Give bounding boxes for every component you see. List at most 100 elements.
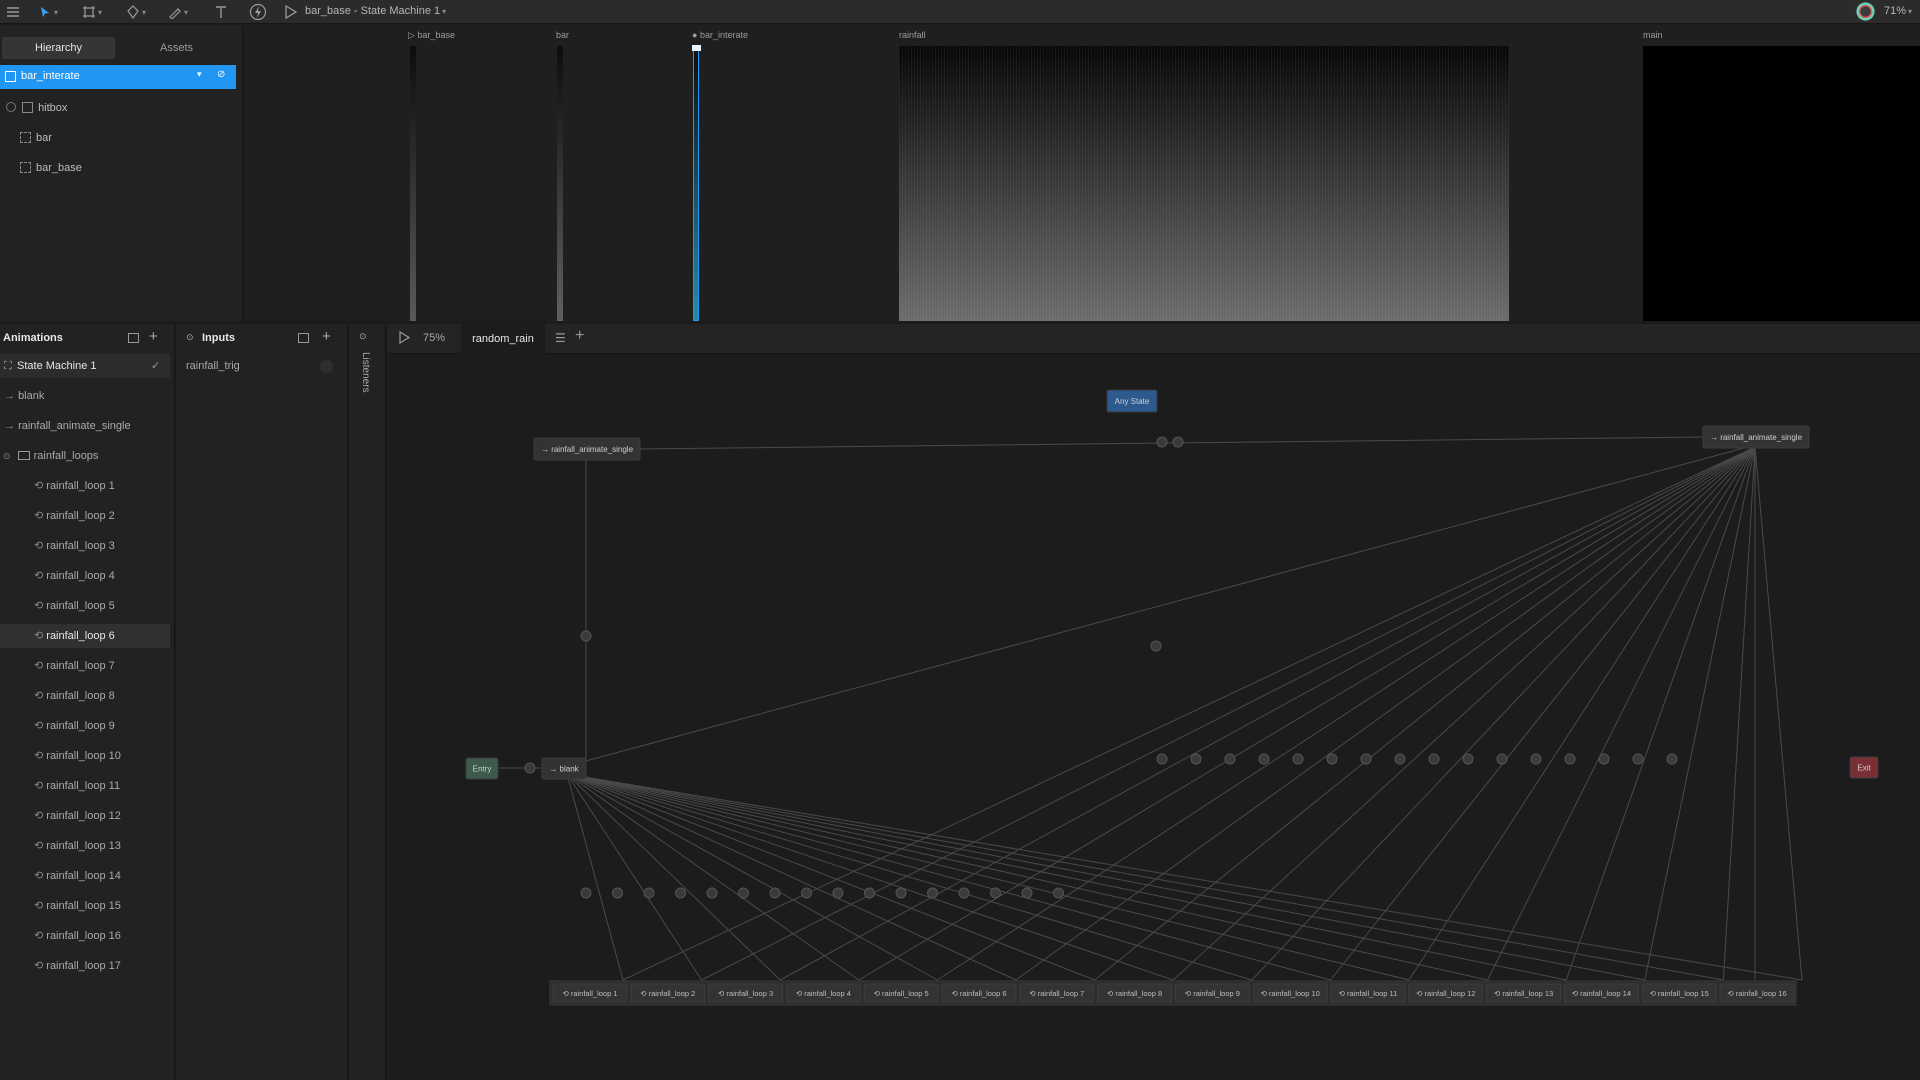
animation-item[interactable]: → rainfall_animate_single	[0, 414, 170, 438]
loop-item[interactable]: ⟲ rainfall_loop 7	[0, 654, 170, 678]
tab-random-rain[interactable]: random_rain	[461, 324, 545, 354]
input-item[interactable]: rainfall_trig	[186, 354, 336, 378]
loop-item[interactable]: ⟲ rainfall_loop 3	[0, 534, 170, 558]
add-icon[interactable]: +	[149, 328, 158, 345]
transition-arrow[interactable]	[675, 887, 686, 899]
transition-arrow[interactable]	[1172, 436, 1184, 448]
tab-assets[interactable]: Assets	[120, 37, 233, 59]
transition-arrow[interactable]	[1150, 640, 1162, 652]
transition-arrow[interactable]	[1598, 753, 1610, 765]
list-icon[interactable]: ☰	[555, 331, 566, 345]
loop-item[interactable]: ⟲ rainfall_loop 4	[0, 564, 170, 588]
chevron-down-icon[interactable]: ▾	[197, 69, 202, 80]
artboard-canvas[interactable]: ▷ bar_base bar ● bar_interate rainfall m…	[244, 25, 1920, 321]
transition-arrow[interactable]	[832, 887, 844, 899]
artboard-bar-interate[interactable]	[693, 46, 699, 321]
transition-arrow[interactable]	[1190, 753, 1202, 765]
collapse-icon[interactable]: ⊙	[0, 451, 11, 461]
folder-add-icon[interactable]	[298, 333, 309, 343]
loop-item[interactable]: ⟲ rainfall_loop 9	[0, 714, 170, 738]
transition-arrow[interactable]	[990, 887, 1001, 899]
artboard-label[interactable]: main	[1643, 30, 1663, 40]
hierarchy-item-hitbox[interactable]: hitbox	[6, 98, 67, 118]
transition-line[interactable]	[858, 446, 1756, 981]
hierarchy-item-bar[interactable]: bar	[20, 128, 52, 148]
artboard-label[interactable]: rainfall	[899, 30, 926, 40]
transition-line[interactable]	[1015, 446, 1756, 981]
transition-arrow[interactable]	[1530, 753, 1542, 765]
artboard-tool-icon[interactable]: ▾	[82, 2, 102, 22]
pen-tool-icon[interactable]: ▾	[168, 2, 188, 22]
transition-arrow[interactable]	[895, 887, 907, 899]
transition-arrow[interactable]	[1292, 753, 1304, 765]
transition-arrow[interactable]	[1021, 887, 1033, 899]
transition-arrow[interactable]	[738, 887, 749, 899]
transition-arrow[interactable]	[927, 887, 938, 899]
transition-line[interactable]	[566, 773, 1724, 981]
transition-arrow[interactable]	[1496, 753, 1508, 765]
events-tool-icon[interactable]	[249, 2, 267, 22]
transition-arrow[interactable]	[1156, 753, 1168, 765]
transition-line[interactable]	[1644, 446, 1756, 981]
transition-arrow[interactable]	[1326, 753, 1338, 765]
loop-item[interactable]: ⟲ rainfall_loop 15	[0, 894, 170, 918]
transition-line[interactable]	[566, 773, 1252, 981]
graph-canvas[interactable]: Any State Entry Exit → blank → rainfall_anim…	[387, 355, 1920, 1080]
select-tool-icon[interactable]: ▾	[38, 2, 58, 22]
menu-icon[interactable]	[6, 2, 20, 22]
document-title[interactable]: bar_base - State Machine 1 ▾	[305, 5, 446, 17]
transition-line[interactable]	[566, 773, 1567, 981]
transition-arrow[interactable]	[524, 762, 536, 774]
avatar[interactable]	[1855, 1, 1876, 22]
transition-arrow[interactable]	[706, 887, 718, 899]
transition-line[interactable]	[1251, 446, 1756, 981]
artboard-label[interactable]: ● bar_interate	[692, 30, 748, 40]
transition-line[interactable]	[566, 773, 1174, 981]
loop-item[interactable]: ⟲ rainfall_loop 2	[0, 504, 170, 528]
animation-item[interactable]: → blank	[0, 384, 170, 408]
link-icon[interactable]: ⊘	[217, 69, 225, 80]
transition-line[interactable]	[566, 773, 1645, 981]
folder-add-icon[interactable]	[128, 333, 139, 343]
artboard-bar-base[interactable]	[410, 46, 416, 321]
bone-tool-icon[interactable]: ▾	[126, 2, 146, 22]
selected-artboard-row[interactable]: bar_interate ▾ ⊘	[0, 65, 236, 89]
transition-line[interactable]	[566, 773, 860, 981]
transition-line[interactable]	[779, 446, 1756, 981]
transition-line[interactable]	[1172, 446, 1756, 981]
transition-arrow[interactable]	[1428, 753, 1440, 765]
state-machine-row[interactable]: ⛶ State Machine 1 ✓	[0, 354, 170, 378]
collapse-icon[interactable]: ⊙	[186, 332, 194, 343]
artboard-bar[interactable]	[557, 46, 563, 321]
loop-item[interactable]: ⟲ rainfall_loop 12	[0, 804, 170, 828]
transition-line[interactable]	[937, 446, 1756, 981]
transition-line[interactable]	[1408, 446, 1756, 981]
transition-arrow[interactable]	[1258, 753, 1270, 765]
loop-item[interactable]: ⟲ rainfall_loop 11	[0, 774, 170, 798]
transition-line[interactable]	[566, 773, 1095, 981]
trigger-toggle[interactable]	[320, 360, 333, 373]
artboard-main[interactable]	[1643, 46, 1920, 321]
expand-icon[interactable]	[6, 102, 16, 112]
loop-item[interactable]: ⟲ rainfall_loop 17	[0, 954, 170, 978]
transition-arrow[interactable]	[1666, 753, 1678, 765]
transition-arrow[interactable]	[612, 887, 623, 899]
transition-arrow[interactable]	[1462, 753, 1474, 765]
transition-line[interactable]	[566, 773, 1410, 981]
transition-arrow[interactable]	[864, 887, 875, 899]
transition-arrow[interactable]	[1394, 753, 1406, 765]
graph-zoom[interactable]: 75%	[423, 332, 445, 344]
loop-item[interactable]: ⟲ rainfall_loop 1	[0, 474, 170, 498]
folder-row[interactable]: ⊙ rainfall_loops	[0, 444, 170, 468]
transition-line[interactable]	[566, 773, 624, 981]
play-icon[interactable]	[399, 330, 411, 347]
transition-arrow[interactable]	[1360, 753, 1372, 765]
loop-item[interactable]: ⟲ rainfall_loop 8	[0, 684, 170, 708]
transition-line[interactable]	[566, 773, 781, 981]
loop-item[interactable]: ⟲ rainfall_loop 6	[0, 624, 170, 648]
loop-item[interactable]: ⟲ rainfall_loop 16	[0, 924, 170, 948]
text-tool-icon[interactable]	[214, 2, 228, 22]
transition-line[interactable]	[1094, 446, 1756, 981]
artboard-label[interactable]: bar	[556, 30, 569, 40]
transition-arrow[interactable]	[1053, 887, 1064, 899]
